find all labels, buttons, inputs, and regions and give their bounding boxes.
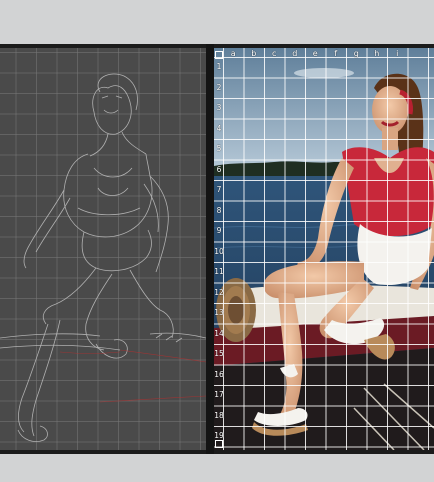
row-label: 12	[214, 287, 224, 297]
row-label: 11	[214, 267, 224, 276]
row-label: 10	[214, 246, 224, 256]
grid-column-labels: a b c d e f g h i	[223, 48, 408, 60]
row-label: 2	[216, 82, 222, 92]
row-label: 1	[216, 62, 222, 71]
col-label: e	[312, 49, 318, 58]
row-label: 18	[214, 410, 224, 420]
row-label: 17	[214, 390, 224, 399]
bottom-bar	[0, 454, 434, 482]
sketch-canvas[interactable]	[0, 48, 206, 450]
col-label: g	[353, 49, 359, 58]
row-label: 14	[214, 328, 224, 338]
row-label: 16	[214, 369, 224, 379]
workspace: a b c d e f g h i 1 2 3 4 5 6 7 8 9 10 1…	[0, 44, 434, 454]
col-label: c	[272, 49, 277, 58]
panel-divider[interactable]	[206, 44, 214, 454]
row-label: 13	[214, 308, 224, 317]
grid-row-labels: 1 2 3 4 5 6 7 8 9 10 11 12 13 14 15 16 1…	[214, 57, 224, 447]
reference-photo	[214, 48, 434, 450]
col-label: i	[396, 49, 399, 58]
row-label: 19	[214, 431, 224, 440]
row-label: 7	[216, 185, 222, 194]
col-label: a	[230, 49, 236, 58]
row-label: 15	[214, 349, 224, 358]
row-label: 9	[216, 226, 222, 235]
row-label: 5	[216, 144, 222, 153]
row-label: 3	[216, 103, 222, 112]
row-label: 4	[216, 123, 222, 133]
row-label: 8	[216, 205, 222, 215]
col-label: b	[251, 49, 257, 58]
col-label: f	[334, 49, 338, 58]
col-label: h	[374, 49, 380, 58]
sketch-drawing	[0, 73, 206, 442]
col-label: d	[292, 49, 298, 58]
row-label: 6	[216, 164, 222, 174]
photo-reference-panel: a b c d e f g h i 1 2 3 4 5 6 7 8 9 10 1…	[214, 48, 434, 450]
